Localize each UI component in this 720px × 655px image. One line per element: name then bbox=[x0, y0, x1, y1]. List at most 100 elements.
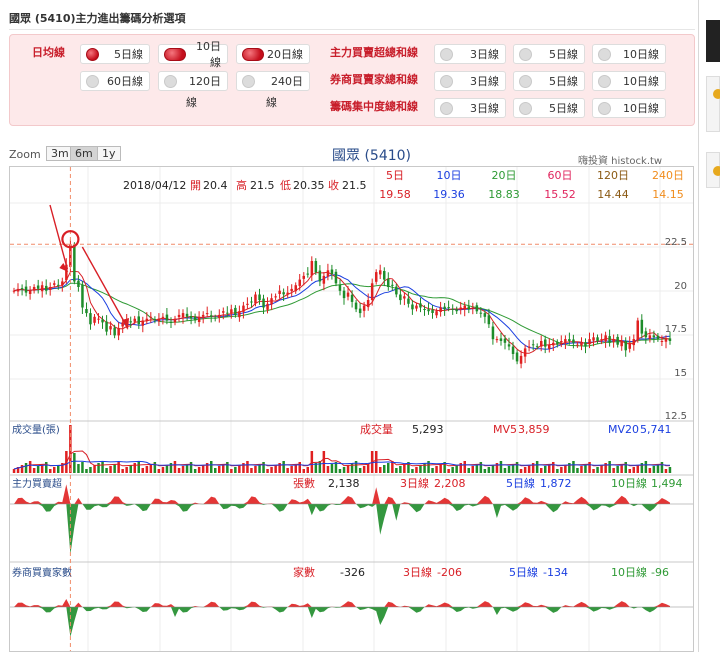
volume-bar bbox=[358, 468, 362, 473]
volume-bar bbox=[85, 469, 88, 473]
volume-bar bbox=[515, 462, 519, 473]
candle-body bbox=[242, 305, 245, 312]
toggle-knob-icon bbox=[242, 74, 255, 88]
toggle-label: 10日線 bbox=[623, 75, 659, 88]
moving-average-lines bbox=[13, 270, 671, 354]
volume-bar bbox=[519, 469, 523, 473]
volume-bar bbox=[648, 468, 652, 473]
zoom-1y-button[interactable]: 1y bbox=[97, 146, 121, 161]
candle-body bbox=[93, 316, 96, 323]
volume-bar bbox=[165, 465, 169, 473]
main-force-10d-toggle[interactable]: 10日線 bbox=[592, 44, 666, 64]
ma60-toggle[interactable]: 60日線 bbox=[80, 71, 150, 91]
toggle-knob-icon bbox=[598, 74, 611, 88]
candle-body bbox=[254, 294, 257, 304]
volume-bar bbox=[463, 461, 466, 473]
volume-bar bbox=[644, 461, 648, 473]
candle-body bbox=[479, 312, 483, 314]
broker-row-label: 券商買賣家總和線 bbox=[330, 73, 418, 86]
candle-body bbox=[531, 344, 535, 346]
zoom-6m-button[interactable]: 6m bbox=[70, 146, 98, 161]
ma20-header: 20日 bbox=[492, 169, 517, 182]
ma10-line bbox=[13, 274, 671, 350]
sidebar-card[interactable] bbox=[706, 76, 720, 132]
ma240-toggle[interactable]: 240日 bbox=[236, 71, 310, 91]
concentration-row-label: 籌碼集中度總和線 bbox=[330, 100, 418, 113]
volume-bar bbox=[624, 462, 627, 473]
stock-chart-svg[interactable]: 2018/04/12 開 20.4 高 21.5 低 20.35 收 21.5 … bbox=[10, 167, 693, 651]
volume-bar bbox=[302, 469, 305, 473]
volume-bar bbox=[274, 465, 277, 473]
volume-bar bbox=[439, 464, 442, 473]
volume-bar bbox=[632, 467, 635, 473]
volume-bar bbox=[411, 469, 414, 473]
candle-body bbox=[548, 344, 551, 349]
ma60-header: 60日 bbox=[548, 169, 573, 182]
options-panel: 日均線 5日線 10日線 20日線 60日線 120日 線 240日 線 主力買… bbox=[9, 34, 695, 126]
candle-body bbox=[266, 303, 269, 310]
candle-body bbox=[262, 298, 265, 308]
candle-body bbox=[640, 319, 644, 334]
ma10-toggle[interactable]: 10日線 bbox=[158, 40, 228, 69]
toggle-knob-icon bbox=[440, 74, 453, 88]
volume-bar bbox=[129, 465, 132, 473]
mv20-value: 5,741 bbox=[640, 423, 672, 436]
volume-bar bbox=[117, 462, 120, 473]
volume-bar bbox=[121, 469, 124, 473]
candle-body bbox=[644, 331, 648, 338]
candle-body bbox=[495, 339, 499, 341]
candle-body bbox=[612, 339, 615, 343]
concentration-10d-toggle[interactable]: 10日線 bbox=[592, 98, 666, 118]
sidebar-card[interactable] bbox=[706, 152, 720, 188]
title-divider bbox=[9, 29, 695, 30]
volume-bar bbox=[447, 469, 450, 473]
broker-3d-toggle[interactable]: 3日線 bbox=[434, 71, 506, 91]
candle-body bbox=[556, 342, 559, 345]
chart-area[interactable]: 2018/04/12 開 20.4 高 21.5 低 20.35 收 21.5 … bbox=[9, 166, 694, 652]
candle-body bbox=[668, 338, 672, 341]
volume-bar bbox=[298, 462, 301, 473]
candle-body bbox=[40, 285, 44, 292]
ma120-toggle[interactable]: 120日 bbox=[158, 71, 228, 91]
volume-bar bbox=[73, 453, 76, 473]
volume-bar bbox=[145, 466, 149, 473]
volume-bar bbox=[32, 468, 36, 473]
volume-bar bbox=[326, 466, 330, 473]
candle-body bbox=[576, 344, 579, 346]
main-force-stat-label: 張數 bbox=[293, 477, 315, 490]
volume-bar bbox=[250, 468, 253, 473]
volume-bar bbox=[49, 469, 52, 473]
volume-bar bbox=[616, 466, 619, 473]
ma120-header: 120日 bbox=[597, 169, 629, 182]
info-open-label: 開 bbox=[190, 179, 201, 192]
candle-body bbox=[169, 322, 173, 323]
candle-body bbox=[596, 337, 599, 341]
candle-body bbox=[370, 283, 374, 300]
candle-body bbox=[117, 328, 120, 336]
main-force-5d-toggle[interactable]: 5日線 bbox=[513, 44, 585, 64]
candle-body bbox=[246, 303, 249, 305]
mv5-label: MV5 bbox=[493, 423, 517, 436]
ma10-label: 10日線 bbox=[196, 40, 221, 69]
ma120-label-wrap: 線 bbox=[186, 96, 197, 109]
volume-bar bbox=[282, 461, 285, 473]
main-force-3d-toggle[interactable]: 3日線 bbox=[434, 44, 506, 64]
main-force-5d-value: 1,872 bbox=[540, 477, 572, 490]
candle-body bbox=[129, 321, 132, 323]
volume-bar bbox=[105, 468, 108, 473]
candle-body bbox=[290, 288, 293, 292]
concentration-5d-toggle[interactable]: 5日線 bbox=[513, 98, 585, 118]
volume-stat-value: 5,293 bbox=[412, 423, 444, 436]
broker-10d-toggle[interactable]: 10日線 bbox=[592, 71, 666, 91]
candle-body bbox=[511, 346, 515, 354]
ma20-toggle[interactable]: 20日線 bbox=[236, 44, 310, 64]
ma5-toggle[interactable]: 5日線 bbox=[80, 44, 150, 64]
sidebar-dark-tab[interactable] bbox=[706, 20, 720, 62]
broker-5d-toggle[interactable]: 5日線 bbox=[513, 71, 585, 91]
toggle-knob-icon bbox=[164, 74, 177, 88]
candle-body bbox=[354, 302, 358, 310]
candle-body bbox=[274, 296, 277, 298]
volume-bar bbox=[596, 467, 599, 473]
concentration-3d-toggle[interactable]: 3日線 bbox=[434, 98, 506, 118]
candle-body bbox=[57, 284, 60, 286]
